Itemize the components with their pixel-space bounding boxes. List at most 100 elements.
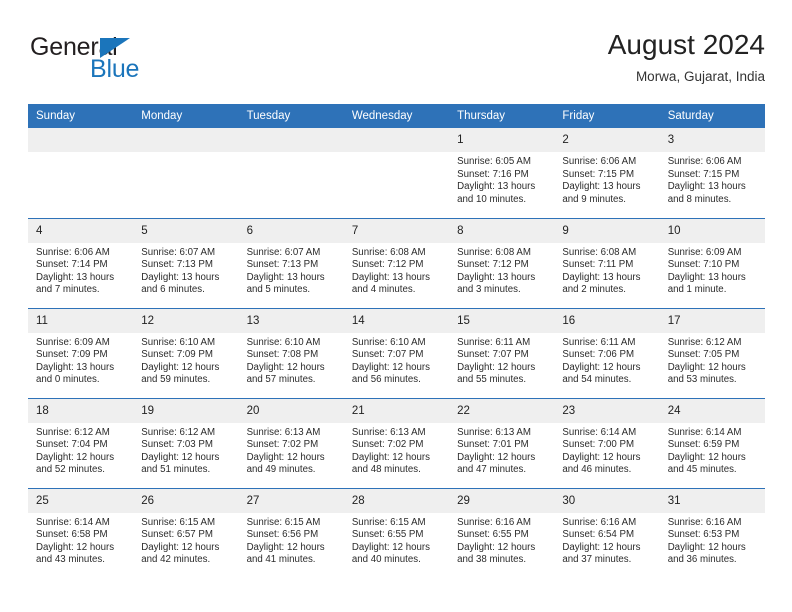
day-cell[interactable] [343,128,450,218]
daylight-text-line2: and 51 minutes. [141,464,211,476]
weekday-header-sunday: Sunday [28,104,134,128]
day-cell[interactable]: 31 Sunrise: 6:16 AM Sunset: 6:53 PM Dayl… [659,487,765,578]
sunrise-text: Sunrise: 6:10 AM [246,336,321,348]
calendar-week-row: 11 Sunrise: 6:09 AM Sunset: 7:09 PM Dayl… [28,307,765,398]
daylight-text-line2: and 36 minutes. [667,554,737,566]
title-block: August 2024 Morwa, Gujarat, India [608,28,765,85]
sunrise-text: Sunrise: 6:08 AM [351,246,426,258]
day-cell[interactable]: 12 Sunrise: 6:10 AM Sunset: 7:09 PM Dayl… [133,307,239,398]
daylight-text-line1: Daylight: 12 hours [351,361,430,373]
day-cell[interactable]: 14 Sunrise: 6:10 AM Sunset: 7:07 PM Dayl… [343,307,450,398]
day-cell[interactable]: 23 Sunrise: 6:14 AM Sunset: 7:00 PM Dayl… [554,397,660,488]
sunrise-text: Sunrise: 6:14 AM [36,516,110,528]
sunrise-text: Sunrise: 6:12 AM [36,426,110,438]
day-details: Sunrise: 6:06 AM Sunset: 7:14 PM Dayligh… [28,243,133,297]
day-details: Sunrise: 6:13 AM Sunset: 7:02 PM Dayligh… [344,423,449,477]
sunrise-text: Sunrise: 6:16 AM [562,516,637,528]
day-details [133,152,238,156]
sunset-text: Sunset: 7:09 PM [141,349,213,361]
day-number: 27 [238,488,344,513]
daylight-text-line1: Daylight: 12 hours [246,451,325,463]
day-cell[interactable]: 19 Sunrise: 6:12 AM Sunset: 7:03 PM Dayl… [133,397,239,488]
calendar-week-row: 1 Sunrise: 6:05 AM Sunset: 7:16 PM Dayli… [28,128,765,218]
day-cell[interactable]: 17 Sunrise: 6:12 AM Sunset: 7:05 PM Dayl… [659,307,765,398]
day-number: 29 [449,488,555,513]
daylight-text-line1: Daylight: 12 hours [351,541,430,553]
daylight-text-line2: and 45 minutes. [667,464,737,476]
day-cell[interactable]: 5 Sunrise: 6:07 AM Sunset: 7:13 PM Dayli… [133,217,239,308]
day-cell[interactable]: 6 Sunrise: 6:07 AM Sunset: 7:13 PM Dayli… [238,217,344,308]
daylight-text-line1: Daylight: 12 hours [141,541,220,553]
day-cell[interactable] [238,128,344,218]
day-details: Sunrise: 6:07 AM Sunset: 7:13 PM Dayligh… [239,243,344,297]
daylight-text-line2: and 41 minutes. [246,554,316,566]
day-cell[interactable]: 27 Sunrise: 6:15 AM Sunset: 6:56 PM Dayl… [238,487,344,578]
day-details: Sunrise: 6:15 AM Sunset: 6:57 PM Dayligh… [133,513,238,567]
day-cell[interactable] [133,128,239,218]
daylight-text-line2: and 53 minutes. [667,374,737,386]
day-details: Sunrise: 6:12 AM Sunset: 7:03 PM Dayligh… [133,423,238,477]
sunrise-text: Sunrise: 6:15 AM [246,516,321,528]
sunset-text: Sunset: 7:15 PM [562,168,635,180]
day-cell[interactable]: 7 Sunrise: 6:08 AM Sunset: 7:12 PM Dayli… [343,217,450,308]
daylight-text-line1: Daylight: 13 hours [562,271,641,283]
daylight-text-line1: Daylight: 13 hours [141,271,220,283]
day-cell[interactable]: 24 Sunrise: 6:14 AM Sunset: 6:59 PM Dayl… [659,397,765,488]
day-cell[interactable]: 15 Sunrise: 6:11 AM Sunset: 7:07 PM Dayl… [449,307,555,398]
day-cell[interactable]: 8 Sunrise: 6:08 AM Sunset: 7:12 PM Dayli… [449,217,555,308]
day-cell[interactable]: 28 Sunrise: 6:15 AM Sunset: 6:55 PM Dayl… [343,487,450,578]
brand-logo[interactable]: General Blue [30,34,270,92]
daylight-text-line2: and 59 minutes. [141,374,211,386]
daylight-text-line1: Daylight: 12 hours [457,451,536,463]
sunset-text: Sunset: 7:12 PM [457,259,529,271]
daylight-text-line1: Daylight: 12 hours [457,361,536,373]
day-cell[interactable]: 3 Sunrise: 6:06 AM Sunset: 7:15 PM Dayli… [659,128,765,218]
day-number: 13 [238,308,344,333]
sunset-text: Sunset: 7:11 PM [562,259,634,271]
day-details [239,152,344,156]
day-cell[interactable]: 2 Sunrise: 6:06 AM Sunset: 7:15 PM Dayli… [554,128,660,218]
day-details: Sunrise: 6:09 AM Sunset: 7:10 PM Dayligh… [660,243,765,297]
day-cell[interactable]: 29 Sunrise: 6:16 AM Sunset: 6:55 PM Dayl… [449,487,555,578]
day-cell[interactable]: 20 Sunrise: 6:13 AM Sunset: 7:02 PM Dayl… [238,397,344,488]
day-cell[interactable]: 1 Sunrise: 6:05 AM Sunset: 7:16 PM Dayli… [449,128,555,218]
sunrise-text: Sunrise: 6:16 AM [457,516,531,528]
day-cell[interactable] [28,128,134,218]
daylight-text-line2: and 54 minutes. [562,374,632,386]
sunrise-text: Sunrise: 6:13 AM [351,426,426,438]
day-cell[interactable]: 4 Sunrise: 6:06 AM Sunset: 7:14 PM Dayli… [28,217,134,308]
daylight-text-line2: and 3 minutes. [457,284,521,296]
day-cell[interactable]: 22 Sunrise: 6:13 AM Sunset: 7:01 PM Dayl… [449,397,555,488]
day-cell[interactable]: 25 Sunrise: 6:14 AM Sunset: 6:58 PM Dayl… [28,487,134,578]
sunset-text: Sunset: 7:16 PM [457,168,529,180]
day-number: 9 [554,218,660,243]
day-cell[interactable]: 9 Sunrise: 6:08 AM Sunset: 7:11 PM Dayli… [554,217,660,308]
day-details: Sunrise: 6:07 AM Sunset: 7:13 PM Dayligh… [133,243,238,297]
day-details: Sunrise: 6:14 AM Sunset: 6:58 PM Dayligh… [28,513,133,567]
day-number: 6 [238,218,344,243]
daylight-text-line1: Daylight: 12 hours [141,451,220,463]
day-details: Sunrise: 6:13 AM Sunset: 7:02 PM Dayligh… [239,423,344,477]
daylight-text-line2: and 7 minutes. [36,284,100,296]
day-cell[interactable]: 13 Sunrise: 6:10 AM Sunset: 7:08 PM Dayl… [238,307,344,398]
day-number: 4 [28,218,134,243]
daylight-text-line2: and 52 minutes. [36,464,105,476]
day-cell[interactable]: 11 Sunrise: 6:09 AM Sunset: 7:09 PM Dayl… [28,307,134,398]
day-details: Sunrise: 6:16 AM Sunset: 6:55 PM Dayligh… [449,513,554,567]
day-number: 22 [449,398,555,423]
day-cell[interactable]: 10 Sunrise: 6:09 AM Sunset: 7:10 PM Dayl… [659,217,765,308]
day-cell[interactable]: 26 Sunrise: 6:15 AM Sunset: 6:57 PM Dayl… [133,487,239,578]
day-details: Sunrise: 6:06 AM Sunset: 7:15 PM Dayligh… [554,152,659,206]
sunset-text: Sunset: 6:55 PM [351,529,424,541]
daylight-text-line2: and 48 minutes. [351,464,421,476]
day-details [28,152,133,156]
day-details: Sunrise: 6:11 AM Sunset: 7:07 PM Dayligh… [449,333,554,387]
day-cell[interactable]: 21 Sunrise: 6:13 AM Sunset: 7:02 PM Dayl… [343,397,450,488]
sunrise-text: Sunrise: 6:14 AM [667,426,742,438]
day-cell[interactable]: 30 Sunrise: 6:16 AM Sunset: 6:54 PM Dayl… [554,487,660,578]
brand-name-blue: Blue [90,55,140,83]
daylight-text-line2: and 56 minutes. [351,374,421,386]
day-cell[interactable]: 18 Sunrise: 6:12 AM Sunset: 7:04 PM Dayl… [28,397,134,488]
daylight-text-line1: Daylight: 12 hours [562,451,641,463]
day-cell[interactable]: 16 Sunrise: 6:11 AM Sunset: 7:06 PM Dayl… [554,307,660,398]
